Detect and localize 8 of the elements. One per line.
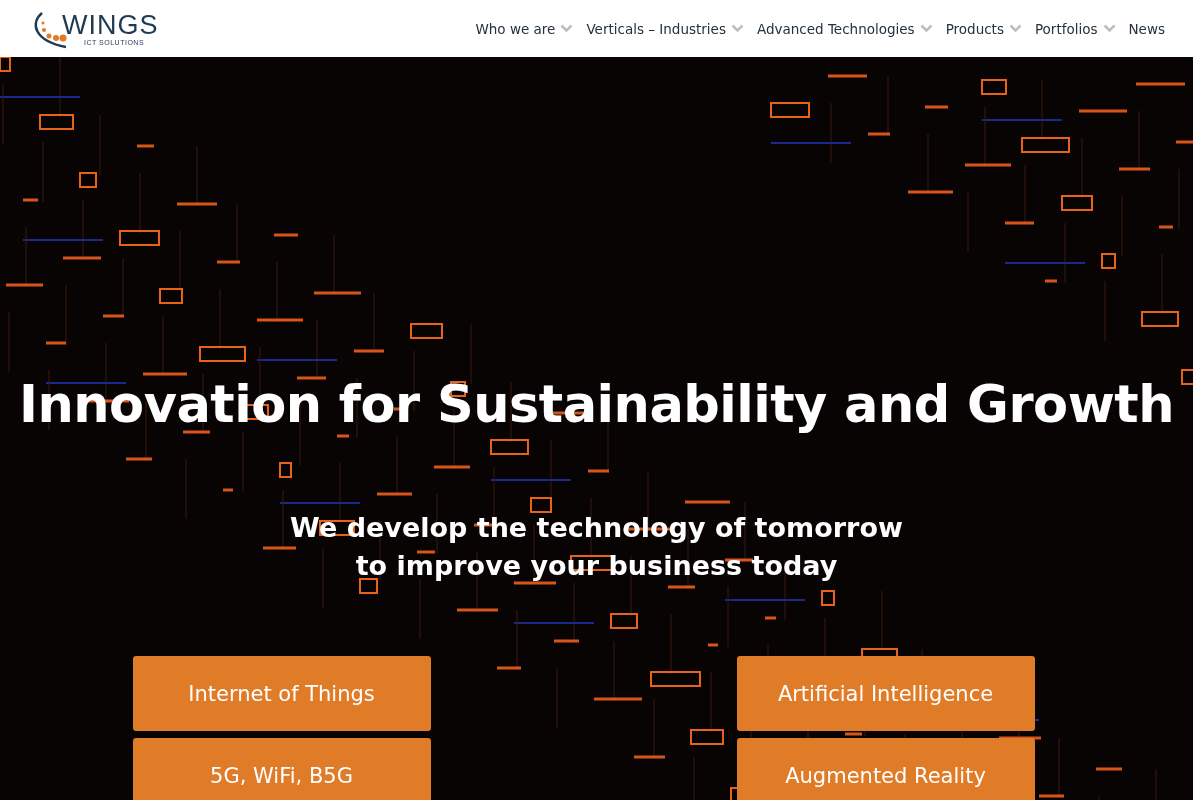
nav-link[interactable]: Products [945, 20, 1022, 37]
logo-wordmark[interactable]: WINGS [62, 11, 159, 39]
nav-link[interactable]: Who we are [475, 20, 574, 37]
nav-link[interactable]: Verticals – Industries [586, 20, 744, 37]
nav-link[interactable]: News [1128, 20, 1165, 37]
nav-link[interactable]: Advanced Technologies [756, 20, 933, 37]
nav-link[interactable]: Portfolios [1034, 20, 1116, 37]
hero-title: Innovation for Sustainability and Growth [19, 375, 1174, 434]
